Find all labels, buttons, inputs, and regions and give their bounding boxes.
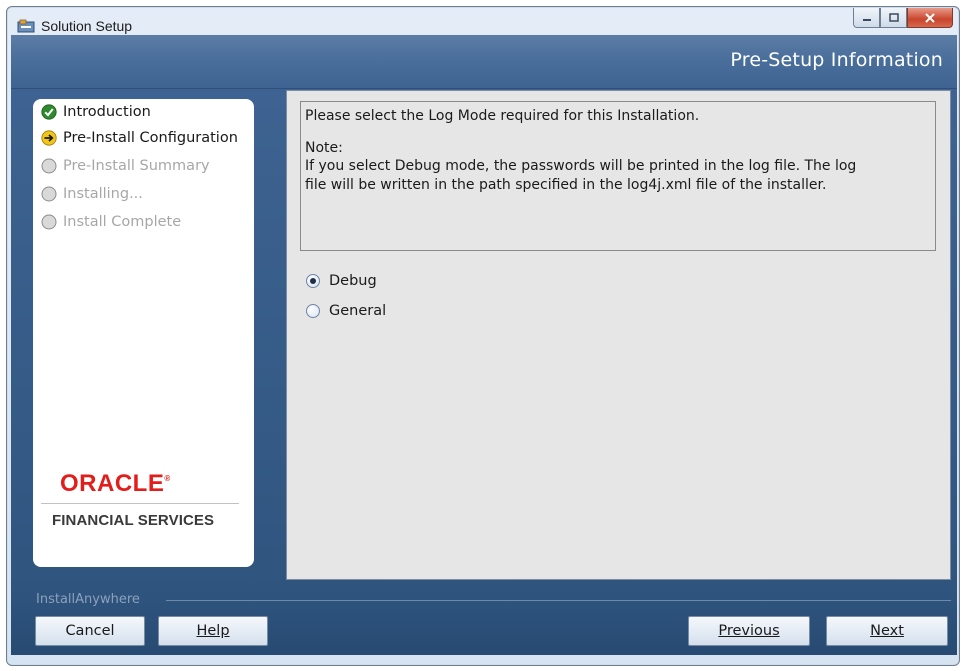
previous-button-label: Previous	[718, 623, 780, 639]
header-band: Pre-Setup Information	[11, 35, 957, 89]
log-mode-prompt: Please select the Log Mode required for …	[305, 108, 700, 124]
oracle-logo: ORACLE®	[60, 470, 171, 497]
financial-services-label: FINANCIAL SERVICES	[52, 512, 215, 529]
close-icon	[925, 12, 935, 23]
step-installing: Installing...	[41, 183, 143, 205]
minimize-button[interactable]	[853, 8, 880, 28]
step-pre-install-summary: Pre-Install Summary	[41, 155, 210, 177]
minimize-icon	[862, 18, 871, 21]
step-label: Installing...	[63, 186, 143, 202]
radio-label-debug: Debug	[329, 273, 377, 289]
footer-band	[11, 589, 957, 655]
empty-circle-icon	[41, 214, 57, 230]
previous-button[interactable]: Previous	[688, 616, 810, 646]
installer-app-icon	[17, 19, 35, 33]
check-circle-icon	[41, 104, 57, 120]
page-title: Pre-Setup Information	[730, 49, 943, 71]
step-introduction: Introduction	[41, 101, 151, 123]
step-install-complete: Install Complete	[41, 211, 181, 233]
next-button-label: Next	[870, 623, 904, 639]
note-line-1: If you select Debug mode, the passwords …	[305, 158, 857, 174]
logo-divider	[41, 503, 239, 504]
step-pre-install-configuration: Pre-Install Configuration	[41, 127, 238, 149]
cancel-button-label: Cancel	[65, 623, 115, 639]
close-button[interactable]	[907, 8, 953, 28]
maximize-icon	[888, 12, 899, 22]
empty-circle-icon	[41, 158, 57, 174]
content-panel: Please select the Log Mode required for …	[286, 90, 951, 580]
info-text-box: Please select the Log Mode required for …	[300, 101, 936, 251]
next-button[interactable]: Next	[826, 616, 948, 646]
arrow-right-circle-icon	[41, 130, 57, 146]
step-label: Introduction	[63, 104, 151, 120]
radio-button-debug[interactable]	[306, 274, 320, 288]
radio-label-general: General	[329, 303, 387, 319]
window-controls	[853, 8, 953, 30]
cancel-button[interactable]: Cancel	[35, 616, 145, 646]
empty-circle-icon	[41, 186, 57, 202]
step-label: Install Complete	[63, 214, 182, 230]
window-title: Solution Setup	[41, 18, 133, 34]
note-line-2: file will be written in the path specifi…	[305, 177, 827, 193]
step-label: Pre-Install Configuration	[63, 130, 238, 146]
radio-button-general[interactable]	[306, 304, 320, 318]
note-heading: Note:	[305, 140, 343, 156]
maximize-button[interactable]	[880, 8, 907, 28]
help-button[interactable]: Help	[158, 616, 268, 646]
radio-general[interactable]: General	[306, 301, 386, 321]
installanywhere-label: InstallAnywhere	[36, 592, 140, 607]
step-label: Pre-Install Summary	[63, 158, 210, 174]
footer-divider	[166, 600, 951, 601]
help-button-label: Help	[196, 623, 230, 639]
radio-debug[interactable]: Debug	[306, 271, 377, 291]
